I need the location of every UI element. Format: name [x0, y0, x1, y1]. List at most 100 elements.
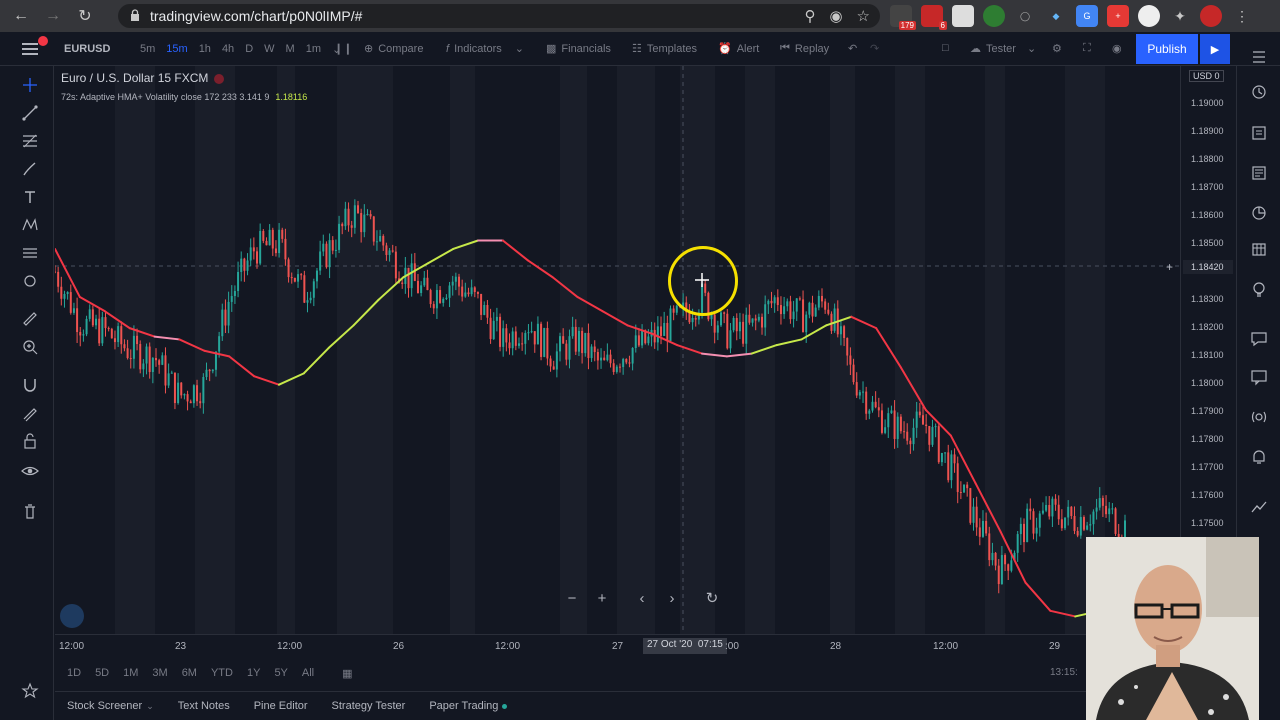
news-icon[interactable] [1250, 164, 1268, 182]
range-1m[interactable]: 1M [123, 667, 138, 679]
extension-icon[interactable]: ◆ [1045, 5, 1067, 27]
star-icon[interactable] [21, 682, 39, 700]
hotlists-icon[interactable] [1250, 204, 1268, 222]
timeframe-5m[interactable]: 5m [140, 43, 155, 56]
zoom-in-button[interactable]: + [590, 586, 614, 610]
symbol-search[interactable]: EURUSD [64, 43, 110, 55]
date-range-icon[interactable]: ▦ [342, 667, 352, 680]
back-icon[interactable]: ← [10, 5, 32, 27]
range-ytd[interactable]: YTD [211, 667, 233, 679]
timeframe-d[interactable]: D [245, 43, 253, 56]
streams-icon[interactable] [1250, 408, 1268, 426]
data-window-icon[interactable] [1250, 124, 1268, 142]
range-all[interactable]: All [302, 667, 314, 679]
layout-button[interactable]: □ [942, 42, 949, 54]
extension-icon[interactable] [1138, 5, 1160, 27]
timeframe-1h[interactable]: 1h [199, 43, 211, 56]
text-icon[interactable] [21, 188, 39, 206]
reload-icon[interactable]: ↻ [74, 5, 96, 27]
range-5y[interactable]: 5Y [274, 667, 287, 679]
eye-icon[interactable] [21, 462, 39, 480]
brush-icon[interactable] [21, 160, 39, 178]
timeframe-m[interactable]: M [286, 43, 295, 56]
magnet-icon[interactable] [21, 376, 39, 394]
add-alert-plus-icon[interactable]: + [1166, 260, 1173, 274]
tab-strategy-tester[interactable]: Strategy Tester [320, 700, 418, 712]
zoom-in-icon[interactable] [21, 338, 39, 356]
alert-button[interactable]: ⏰ Alert [718, 42, 759, 56]
symbol-legend[interactable]: Euro / U.S. Dollar 15 FXCM [61, 71, 225, 85]
currency-label[interactable]: USD 0 [1189, 70, 1224, 82]
range-1d[interactable]: 1D [67, 667, 81, 679]
scroll-left-button[interactable]: ‹ [630, 586, 654, 610]
address-bar[interactable]: tradingview.com/chart/p0N0lIMP/# ⚲ ◉ ☆ [118, 4, 880, 28]
crosshair-icon[interactable] [21, 76, 39, 94]
range-6m[interactable]: 6M [182, 667, 197, 679]
tab-paper-trading[interactable]: Paper Trading [417, 700, 519, 712]
hamburger-icon[interactable] [22, 42, 38, 56]
timeframe-4h[interactable]: 4h [222, 43, 234, 56]
range-1y[interactable]: 1Y [247, 667, 260, 679]
replay-button[interactable]: ⏮ Replay [780, 42, 829, 55]
puzzle-icon[interactable]: ✦ [1169, 5, 1191, 27]
fib-icon[interactable] [21, 132, 39, 150]
settings-button[interactable]: ⚙ [1052, 42, 1062, 55]
notifications-bell-icon[interactable] [1250, 448, 1268, 466]
zoom-icon[interactable]: ⚲ [804, 7, 815, 25]
shapes-icon[interactable] [21, 272, 39, 290]
scroll-right-button[interactable]: › [660, 586, 684, 610]
chat-icon[interactable] [1250, 330, 1268, 348]
indicators-button[interactable]: f Indicators ⌄ [446, 42, 524, 56]
fullscreen-button[interactable]: ⛶ [1083, 42, 1091, 55]
extension-icon[interactable] [983, 5, 1005, 27]
pattern-icon[interactable] [21, 216, 39, 234]
trading-panel-icon[interactable] [1250, 498, 1268, 516]
publish-menu-button[interactable]: ▶ [1200, 34, 1230, 64]
price-chart[interactable] [55, 66, 1180, 634]
zoom-out-button[interactable]: − [560, 586, 584, 610]
range-3m[interactable]: 3M [152, 667, 167, 679]
snapshot-button[interactable]: ◉ [1112, 42, 1122, 55]
watchlist-icon[interactable] [1250, 48, 1268, 66]
templates-button[interactable]: ☷ Templates [632, 42, 697, 56]
prediction-icon[interactable] [21, 244, 39, 262]
translate-icon[interactable]: G [1076, 5, 1098, 27]
chart-canvas[interactable] [55, 66, 1180, 634]
chart-type-button[interactable]: ❙❙ [334, 42, 352, 55]
pencil-lock-icon[interactable] [21, 404, 39, 422]
lock-drawings-icon[interactable] [21, 432, 39, 450]
extension-icon[interactable]: 179 [890, 5, 916, 30]
compare-button[interactable]: ⊕ Compare [364, 42, 423, 56]
undo-button[interactable]: ↶ [848, 42, 857, 55]
timeframe-1m[interactable]: 1m [306, 43, 321, 56]
trend-line-icon[interactable] [21, 104, 39, 122]
ruler-icon[interactable] [21, 310, 39, 328]
alerts-clock-icon[interactable] [1250, 82, 1268, 100]
tab-text-notes[interactable]: Text Notes [166, 700, 242, 712]
tracking-icon[interactable]: ◉ [829, 7, 842, 25]
timeframe-15m[interactable]: 15m [166, 43, 187, 56]
bookmark-star-icon[interactable]: ☆ [857, 7, 870, 25]
indicator-legend[interactable]: 72s: Adaptive HMA+ Volatility close 172 … [61, 92, 307, 102]
tester-button[interactable]: ☁ Tester ⌄ [970, 42, 1036, 56]
time-axis[interactable]: 12:00 23 12:00 26 12:00 27 27 Oct '20 07… [55, 634, 1180, 658]
extension-icon[interactable]: ◯ [1014, 5, 1036, 27]
messages-icon[interactable] [1250, 368, 1268, 386]
calendar-icon[interactable] [1250, 240, 1268, 258]
extension-icon[interactable] [952, 5, 974, 27]
trash-icon[interactable] [21, 502, 39, 520]
financials-button[interactable]: ▩ Financials [546, 42, 611, 56]
clock[interactable]: 13:15: [1050, 667, 1078, 678]
publish-button[interactable]: Publish [1136, 34, 1198, 64]
range-5d[interactable]: 5D [95, 667, 109, 679]
redo-button[interactable]: ↷ [870, 42, 879, 55]
profile-avatar[interactable] [1200, 5, 1222, 27]
forward-icon[interactable]: → [42, 5, 64, 27]
tab-pine-editor[interactable]: Pine Editor [242, 700, 320, 712]
timeframe-w[interactable]: W [264, 43, 274, 56]
extension-icon[interactable]: + [1107, 5, 1129, 27]
extension-icon[interactable]: 6 [921, 5, 947, 30]
more-vert-icon[interactable]: ⋮ [1231, 5, 1253, 27]
ideas-bulb-icon[interactable] [1250, 280, 1268, 298]
reset-chart-button[interactable]: ↻ [700, 586, 724, 610]
